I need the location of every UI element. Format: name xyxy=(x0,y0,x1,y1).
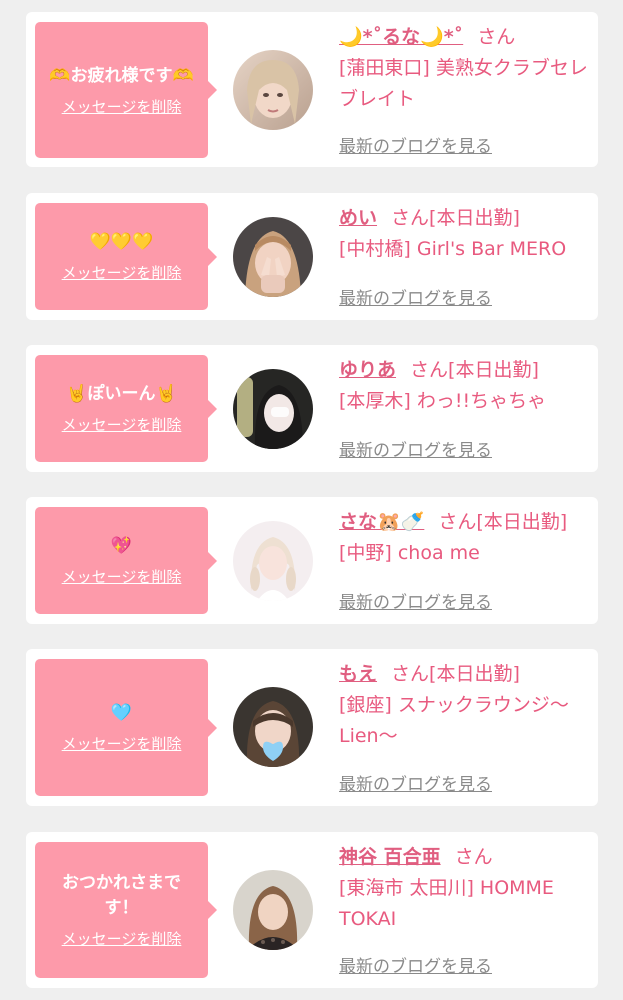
avatar[interactable] xyxy=(233,369,313,449)
cast-name-link[interactable]: 🌙*˚るな🌙*˚ xyxy=(339,26,463,48)
avatar-woman-white-dress-photo xyxy=(233,521,313,601)
message-text: 🩵 xyxy=(110,703,133,723)
shop-text: [銀座] スナックラウンジ〜Lien〜 xyxy=(339,694,569,747)
avatar-woman-lace-dress-photo xyxy=(233,870,313,950)
honorific-text: さん xyxy=(477,26,516,48)
avatar[interactable] xyxy=(233,217,313,297)
cast-info: 🌙*˚るな🌙*˚ さん [蒲田東口] 美熟女クラブセレブレイト xyxy=(339,22,590,115)
delete-message-link[interactable]: メッセージを削除 xyxy=(62,415,182,435)
shop-text: [中野] choa me xyxy=(339,542,480,564)
view-latest-blog-link[interactable]: 最新のブログを見る xyxy=(339,952,492,977)
avatar-blonde-woman-photo xyxy=(233,50,313,130)
delete-message-link[interactable]: メッセージを削除 xyxy=(62,734,182,754)
delete-message-link[interactable]: メッセージを削除 xyxy=(62,97,182,117)
avatar-woman-peace-sign-photo xyxy=(233,217,313,297)
work-status-text: [本日出勤] xyxy=(448,359,539,381)
cast-name-link[interactable]: めい xyxy=(339,207,377,229)
message-bubble: 💖 メッセージを削除 xyxy=(35,507,217,614)
message-text: 🫶お疲れ様です🫶 xyxy=(49,65,194,86)
honorific-text: さん xyxy=(438,511,477,533)
shop-text: [東海市 太田川] HOMME TOKAI xyxy=(339,877,554,930)
avatar-woman-blue-heart-photo xyxy=(233,687,313,767)
view-latest-blog-link[interactable]: 最新のブログを見る xyxy=(339,284,492,309)
avatar[interactable] xyxy=(233,687,313,767)
message-text: 🤘ぽいーん🤘 xyxy=(66,384,177,404)
work-status-text: [本日出勤] xyxy=(429,207,520,229)
message-text: おつかれさまです！ xyxy=(62,873,181,918)
honorific-text: さん xyxy=(391,207,430,229)
cast-name-link[interactable]: ゆりあ xyxy=(339,359,396,381)
message-text: 💛💛💛 xyxy=(89,232,154,252)
cast-info: 神谷 百合亜 さん [東海市 太田川] HOMME TOKAI xyxy=(339,842,590,935)
cast-info: ゆりあ さん[本日出勤] [本厚木] わっ!!ちゃちゃ xyxy=(339,355,590,417)
cast-name-link[interactable]: もえ xyxy=(339,663,377,685)
cast-name-link[interactable]: さな🐹🍼 xyxy=(339,511,424,533)
cast-info: さな🐹🍼 さん[本日出勤] [中野] choa me xyxy=(339,507,590,569)
honorific-text: さん xyxy=(391,663,430,685)
view-latest-blog-link[interactable]: 最新のブログを見る xyxy=(339,770,492,795)
work-status-text: [本日出勤] xyxy=(429,663,520,685)
message-card: おつかれさまです！ メッセージを削除 神谷 百合亜 さん [東海市 太田川] HO… xyxy=(26,832,598,988)
avatar[interactable] xyxy=(233,50,313,130)
message-bubble: 🩵 メッセージを削除 xyxy=(35,659,217,796)
shop-text: [蒲田東口] 美熟女クラブセレブレイト xyxy=(339,57,588,110)
view-latest-blog-link[interactable]: 最新のブログを見る xyxy=(339,588,492,613)
honorific-text: さん xyxy=(454,846,493,868)
cast-info: もえ さん[本日出勤] [銀座] スナックラウンジ〜Lien〜 xyxy=(339,659,590,752)
message-bubble: 🤘ぽいーん🤘 メッセージを削除 xyxy=(35,355,217,462)
message-card: 🫶お疲れ様です🫶 メッセージを削除 🌙*˚るな🌙*˚ さん [蒲田東口] 美熟女ク… xyxy=(26,12,598,167)
message-text: 💖 xyxy=(110,536,133,556)
work-status-text: [本日出勤] xyxy=(476,511,568,533)
view-latest-blog-link[interactable]: 最新のブログを見る xyxy=(339,436,492,461)
cast-name-link[interactable]: 神谷 百合亜 xyxy=(339,846,441,868)
avatar[interactable] xyxy=(233,870,313,950)
message-bubble: 💛💛💛 メッセージを削除 xyxy=(35,203,217,310)
avatar-woman-dark-hair-photo xyxy=(233,369,313,449)
view-latest-blog-link[interactable]: 最新のブログを見る xyxy=(339,132,492,157)
avatar[interactable] xyxy=(233,521,313,601)
message-card: 🤘ぽいーん🤘 メッセージを削除 ゆりあ さん[本日出勤] [本厚木] わっ!!ちゃ… xyxy=(26,345,598,472)
delete-message-link[interactable]: メッセージを削除 xyxy=(62,929,182,949)
shop-text: [中村橋] Girl's Bar MERO xyxy=(339,238,567,260)
message-bubble: 🫶お疲れ様です🫶 メッセージを削除 xyxy=(35,22,217,158)
message-card: 💛💛💛 メッセージを削除 めい さん[本日出勤] [中村橋] Girl's Bar… xyxy=(26,193,598,320)
honorific-text: さん xyxy=(410,359,449,381)
message-card: 🩵 メッセージを削除 もえ さん[本日出勤] [銀座] スナックラウンジ〜Lien… xyxy=(26,649,598,806)
delete-message-link[interactable]: メッセージを削除 xyxy=(62,263,182,283)
cast-info: めい さん[本日出勤] [中村橋] Girl's Bar MERO xyxy=(339,203,590,265)
message-bubble: おつかれさまです！ メッセージを削除 xyxy=(35,842,217,978)
shop-text: [本厚木] わっ!!ちゃちゃ xyxy=(339,390,547,412)
delete-message-link[interactable]: メッセージを削除 xyxy=(62,567,182,587)
message-card: 💖 メッセージを削除 さな🐹🍼 さん[本日出勤] [中野] choa me 最新の… xyxy=(26,497,598,624)
